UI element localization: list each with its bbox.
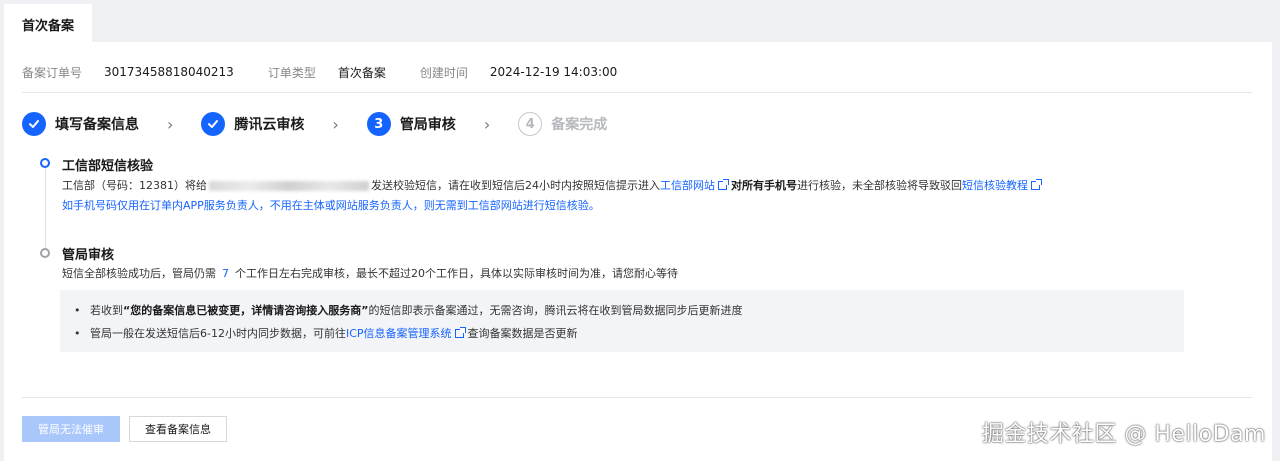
order-type-label: 订单类型: [267, 65, 316, 80]
divider: [22, 397, 1252, 398]
review-text-part: 短信全部核验成功后，管局仍需: [62, 267, 216, 280]
external-link-icon: [454, 327, 466, 338]
chevron-right-icon: ›: [167, 114, 174, 134]
app-owner-note: 如手机号码仅用在订单内APP服务负责人，不用在主体或网站服务负责人，则无需到工信…: [62, 199, 600, 212]
notice-box: 若收到“您的备案信息已被变更，详情请咨询接入服务商”的短信即表示备案通过，无需咨…: [60, 290, 1184, 352]
order-info-row: 备案订单号 301734588180402​13 订单类型 首次备案 创建时间 …: [22, 62, 651, 82]
step-number: 4: [518, 112, 543, 136]
order-no-value: 301734588180402​13: [104, 65, 234, 79]
sms-text-part: 发送校验短信，请在收到短信后24小时内按照短信提示进入: [371, 179, 660, 192]
chevron-right-icon: ›: [332, 114, 339, 134]
sms-tutorial-link[interactable]: 短信核验教程: [962, 179, 1028, 192]
external-link-icon: [1031, 179, 1042, 190]
check-icon: [22, 112, 46, 136]
miit-website-link[interactable]: 工信部网站: [660, 179, 715, 192]
sms-verify-title: 工信部短信核验: [62, 159, 154, 174]
order-type-value: 首次备案: [337, 65, 386, 80]
notice-emphasis: “您的备案信息已被变更，详情请咨询接入服务商”: [123, 304, 369, 317]
sms-text-part: 进行核验，未全部核验将导致驳回: [797, 179, 962, 192]
icp-system-link[interactable]: ICP信息备案管理系统: [346, 327, 452, 340]
check-icon: [201, 112, 226, 136]
notice-text-part: 若收到: [90, 304, 123, 317]
filing-panel: 备案订单号 301734588180402​13 订单类型 首次备案 创建时间 …: [4, 42, 1272, 461]
sms-text-part: 工信部（号码：12381）将给: [62, 179, 207, 192]
step-complete: 4 备案完成: [518, 112, 607, 136]
redacted-phone: [209, 181, 369, 191]
step-number: 3: [366, 112, 391, 136]
progress-steps: 填写备案信息 › 腾讯云审核 › 3 管局审核 › 4 备案完成: [22, 110, 607, 138]
review-days: 7: [222, 267, 229, 280]
step-label: 填写备案信息: [55, 117, 139, 133]
bureau-review-title: 管局审核: [62, 248, 115, 263]
notice-text-part: 查询备案数据是否更新: [467, 327, 578, 340]
created-time-value: 2024-12-19 14:03:00: [489, 65, 618, 79]
step-label: 管局审核: [399, 117, 456, 133]
divider: [22, 92, 1252, 93]
step-tencent-review: 腾讯云审核: [201, 112, 304, 136]
timeline-line: [45, 166, 46, 248]
timeline-dot-pending: [40, 248, 50, 258]
external-link-icon: [718, 179, 729, 190]
watermark: 掘金技术社区 @ HelloDam: [981, 422, 1266, 447]
tab-first-filing[interactable]: 首次备案: [4, 4, 92, 42]
created-time-label: 创建时间: [419, 65, 468, 80]
chevron-right-icon: ›: [483, 114, 491, 134]
notice-text-part: 管局一般在发送短信后6-12小时内同步数据，可前往: [90, 327, 346, 340]
review-text-part: 个工作日左右完成审核，最长不超过20个工作日，具体以实际审核时间为准，请您耐心等…: [235, 267, 678, 280]
bureau-review-text: 短信全部核验成功后，管局仍需 7 个工作日左右完成审核，最长不超过20个工作日，具体…: [62, 265, 678, 281]
step-label: 腾讯云审核: [234, 117, 305, 133]
urge-review-button[interactable]: 管局无法催审: [22, 416, 120, 442]
timeline-dot-active: [40, 158, 50, 168]
step-fill-info: 填写备案信息: [22, 112, 139, 136]
all-phones-emphasis: 对所有手机号: [731, 179, 797, 192]
step-label: 备案完成: [551, 117, 608, 133]
view-filing-button[interactable]: 查看备案信息: [129, 416, 227, 442]
step-bureau-review: 3 管局审核: [366, 112, 456, 136]
order-no-label: 备案订单号: [22, 65, 83, 80]
notice-item: 管局一般在发送短信后6-12小时内同步数据，可前往ICP信息备案管理系统 查询备案…: [74, 325, 578, 341]
notice-item: 若收到“您的备案信息已被变更，详情请咨询接入服务商”的短信即表示备案通过，无需咨…: [74, 302, 742, 318]
sms-verify-text: 工信部（号码：12381）将给 发送校验短信，请在收到短信后24小时内按照短信提示…: [62, 177, 1044, 193]
notice-text-part: 的短信即表示备案通过，无需咨询，腾讯云将在收到管局数据同步后更新进度: [368, 304, 743, 317]
tab-bar: 首次备案: [4, 0, 1276, 42]
